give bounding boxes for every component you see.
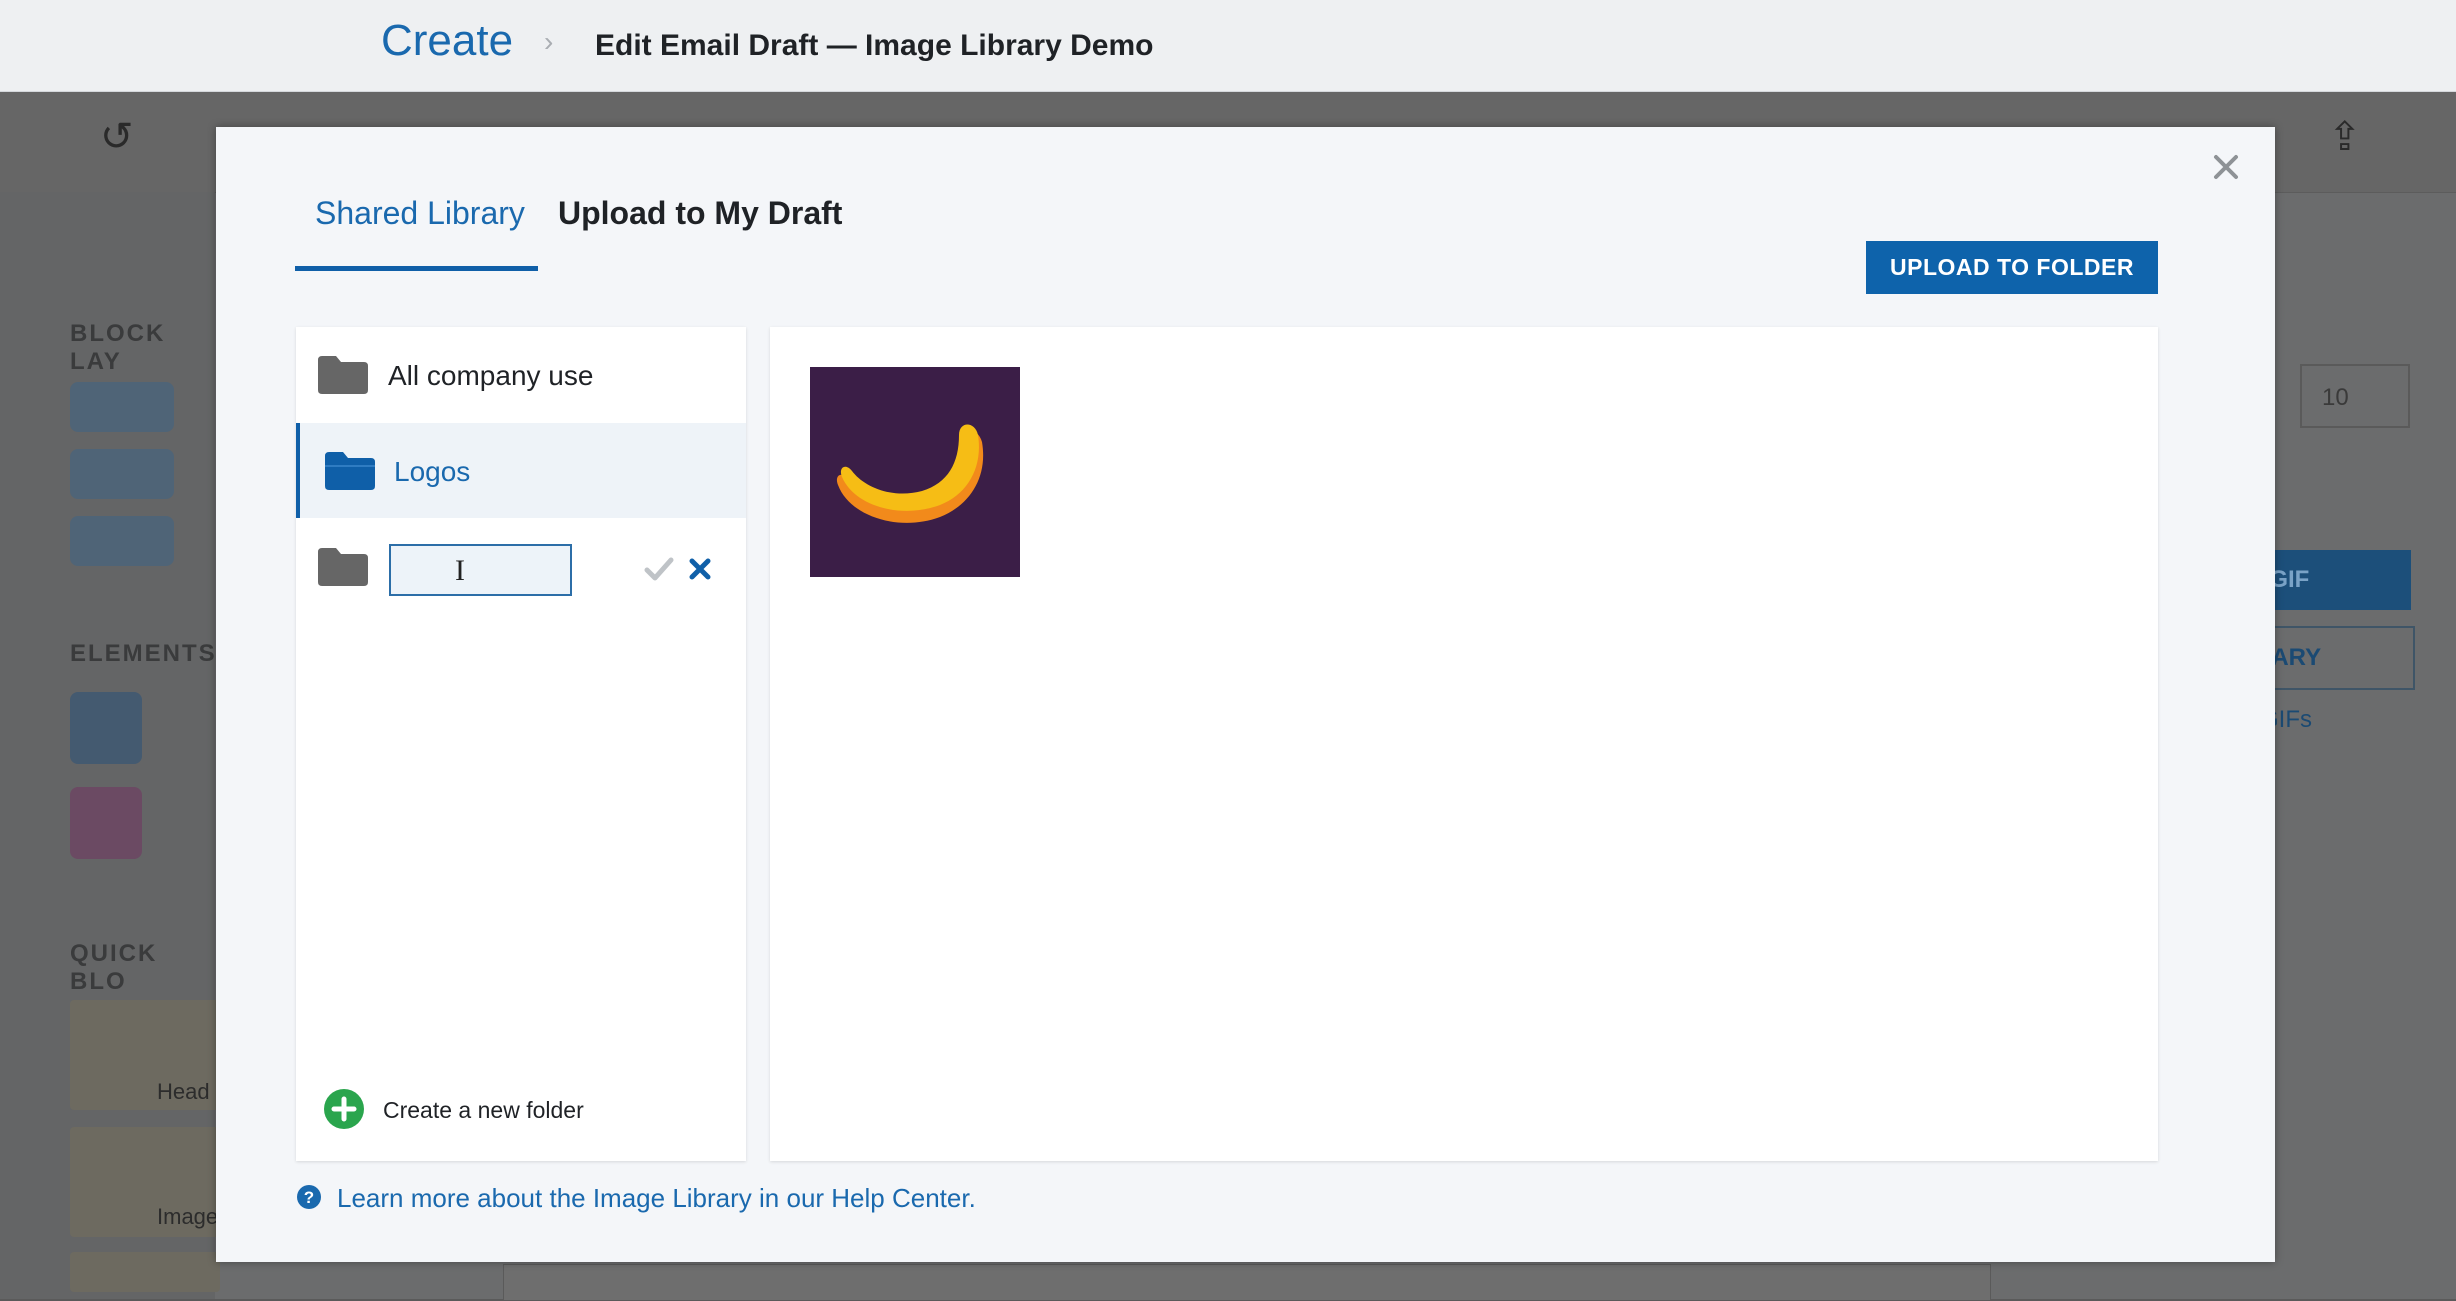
share-icon: ⇪ [2328, 115, 2362, 159]
video-element-tile [70, 787, 142, 859]
help-link-text: Learn more about the Image Library in ou… [337, 1183, 976, 1213]
folder-item-all-company-use[interactable]: All company use [296, 327, 746, 422]
layout-tile [70, 382, 174, 432]
folder-list: All company use Logos I Create a new fol… [296, 327, 746, 1161]
tab-shared-library[interactable]: Shared Library [315, 195, 525, 232]
svg-text:?: ? [304, 1188, 314, 1207]
text-cursor-icon: I [455, 554, 465, 587]
image-thumbnail-banana-logo[interactable] [810, 367, 1020, 577]
editor-sidebar: BLOCK LAY ELEMENTS QUICK BLO Head Image [0, 192, 220, 1299]
number-field: 10 [2300, 364, 2410, 428]
section-label: ELEMENTS [70, 640, 217, 667]
checkmark-icon[interactable] [644, 556, 674, 582]
folder-open-icon [325, 452, 375, 490]
quick-block-tile [70, 1252, 220, 1292]
new-folder-row: I [296, 519, 746, 614]
image-grid [770, 327, 2158, 1161]
upload-to-folder-button[interactable]: UPLOAD TO FOLDER [1866, 241, 2158, 294]
cancel-icon[interactable] [688, 557, 712, 581]
new-folder-name-input[interactable] [389, 544, 572, 596]
top-bar: Create › Edit Email Draft — Image Librar… [0, 0, 2456, 92]
section-label: QUICK BLO [70, 940, 158, 995]
page-title: Edit Email Draft — Image Library Demo [595, 29, 1154, 62]
canvas-strip [503, 1264, 1991, 1301]
layout-tile [70, 449, 174, 499]
active-tab-indicator [295, 266, 538, 271]
folder-label: All company use [388, 360, 594, 391]
text-element-tile [70, 692, 142, 764]
create-folder-label: Create a new folder [383, 1097, 584, 1123]
help-icon: ? [297, 1185, 321, 1209]
folder-label: Logos [394, 456, 471, 487]
folder-icon [318, 548, 368, 586]
quick-block-label: Image [157, 1204, 219, 1229]
undo-icon: ↺ [100, 115, 134, 159]
quick-block-label: Head [157, 1079, 210, 1104]
app-brand-link[interactable]: Create [381, 16, 513, 66]
folder-item-logos[interactable]: Logos [296, 423, 746, 518]
layout-tile [70, 516, 174, 566]
add-circle-icon [324, 1089, 364, 1129]
tab-upload-to-my-draft[interactable]: Upload to My Draft [558, 195, 842, 232]
close-icon[interactable] [2209, 150, 2243, 184]
section-label: BLOCK LAY [70, 320, 166, 375]
breadcrumb-separator-icon: › [544, 26, 554, 57]
folder-icon [318, 356, 368, 394]
